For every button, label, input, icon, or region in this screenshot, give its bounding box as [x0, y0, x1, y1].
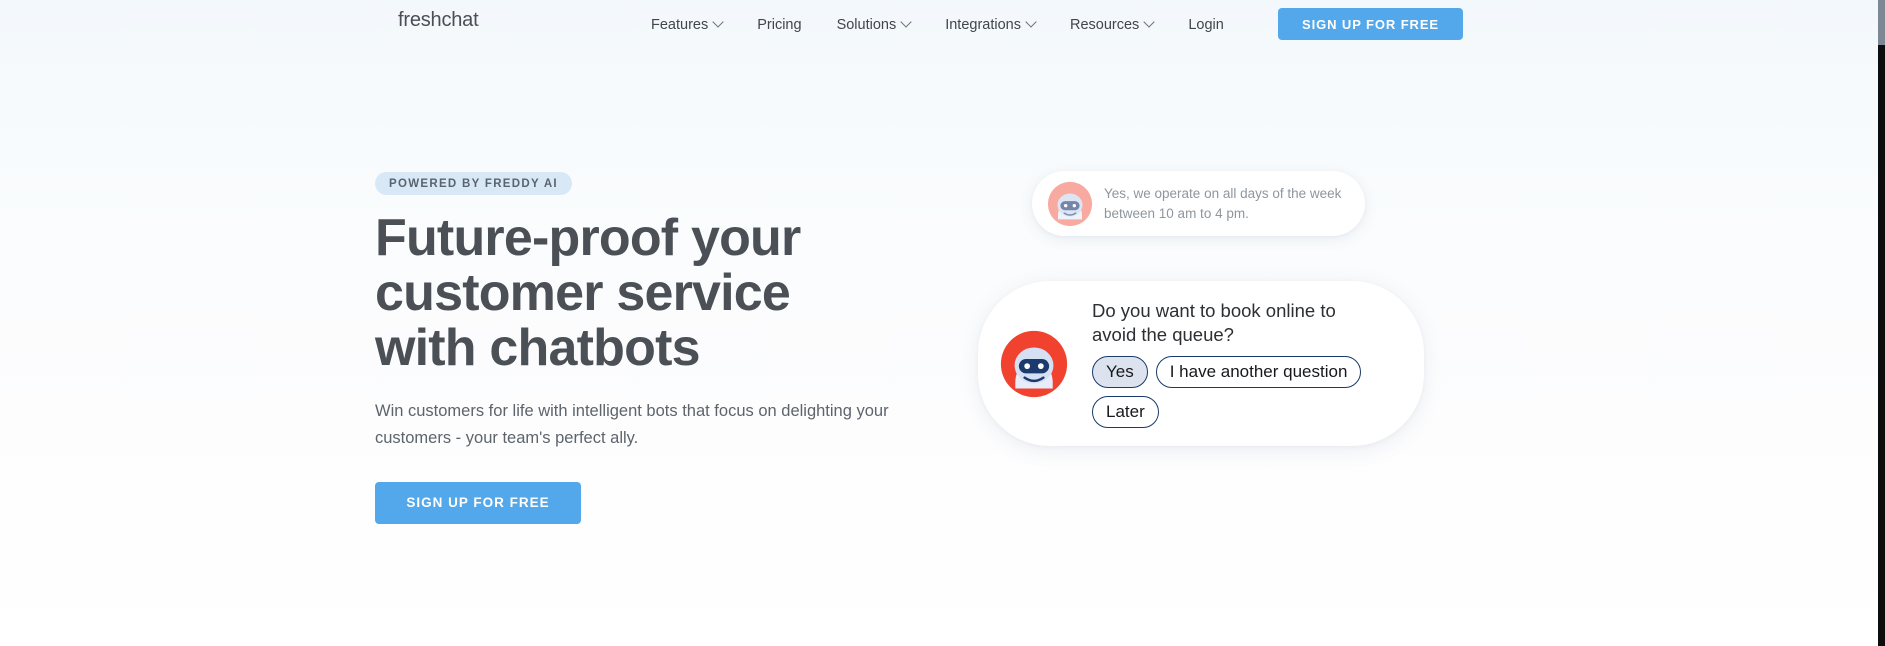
chat-bubble-answer: Yes, we operate on all days of the week …: [1032, 171, 1365, 236]
powered-by-badge: POWERED BY FREDDY AI: [375, 172, 572, 195]
chevron-down-icon: [1143, 16, 1155, 28]
hero-content: POWERED BY FREDDY AI Future-proof your c…: [375, 172, 935, 524]
chevron-down-icon: [1025, 16, 1037, 28]
nav-label: Features: [651, 17, 709, 33]
chat-question-text: Do you want to book online to avoid the …: [1092, 299, 1336, 345]
nav-label: Pricing: [757, 17, 802, 33]
nav-item-resources[interactable]: Resources: [1070, 16, 1155, 33]
page-scrollbar[interactable]: [1878, 0, 1885, 646]
bot-avatar-faded-icon: [1047, 181, 1093, 226]
nav-item-integrations[interactable]: Integrations: [945, 16, 1037, 33]
page-viewport: freshchat Features Pricing Solutions Int…: [0, 0, 1878, 646]
nav-label: Resources: [1070, 17, 1140, 33]
quick-reply-later[interactable]: Later: [1092, 396, 1159, 429]
nav-label: Integrations: [945, 17, 1021, 33]
hero-subtitle: Win customers for life with intelligent …: [375, 402, 889, 448]
chat-question-content: Do you want to book online to avoid the …: [1092, 299, 1397, 429]
nav-item-login[interactable]: Login: [1188, 17, 1223, 33]
scrollbar-thumb[interactable]: [1878, 0, 1885, 45]
freshchat-logo[interactable]: freshchat: [398, 9, 479, 32]
chat-bubble-question: Do you want to book online to avoid the …: [978, 281, 1424, 446]
main-navigation: Features Pricing Solutions Integrations …: [651, 0, 1224, 50]
nav-label: Login: [1188, 17, 1224, 33]
hero-signup-button[interactable]: SIGN UP FOR FREE: [375, 481, 581, 524]
quick-reply-group: Yes I have another question Later: [1092, 355, 1397, 429]
chevron-down-icon: [900, 16, 912, 28]
nav-item-features[interactable]: Features: [651, 16, 724, 33]
nav-label: Solutions: [836, 17, 897, 33]
site-header: freshchat Features Pricing Solutions Int…: [0, 0, 1878, 50]
nav-item-solutions[interactable]: Solutions: [836, 16, 912, 33]
bot-avatar-icon: [1000, 330, 1068, 397]
chevron-down-icon: [712, 16, 724, 28]
nav-item-pricing[interactable]: Pricing: [757, 17, 801, 33]
header-signup-button[interactable]: SIGN UP FOR FREE: [1278, 8, 1463, 40]
chat-answer-text: Yes, we operate on all days of the week …: [1104, 185, 1342, 221]
quick-reply-yes[interactable]: Yes: [1092, 355, 1148, 389]
quick-reply-another-question[interactable]: I have another question: [1155, 355, 1362, 389]
page-title: Future-proof your customer service with …: [375, 209, 801, 378]
